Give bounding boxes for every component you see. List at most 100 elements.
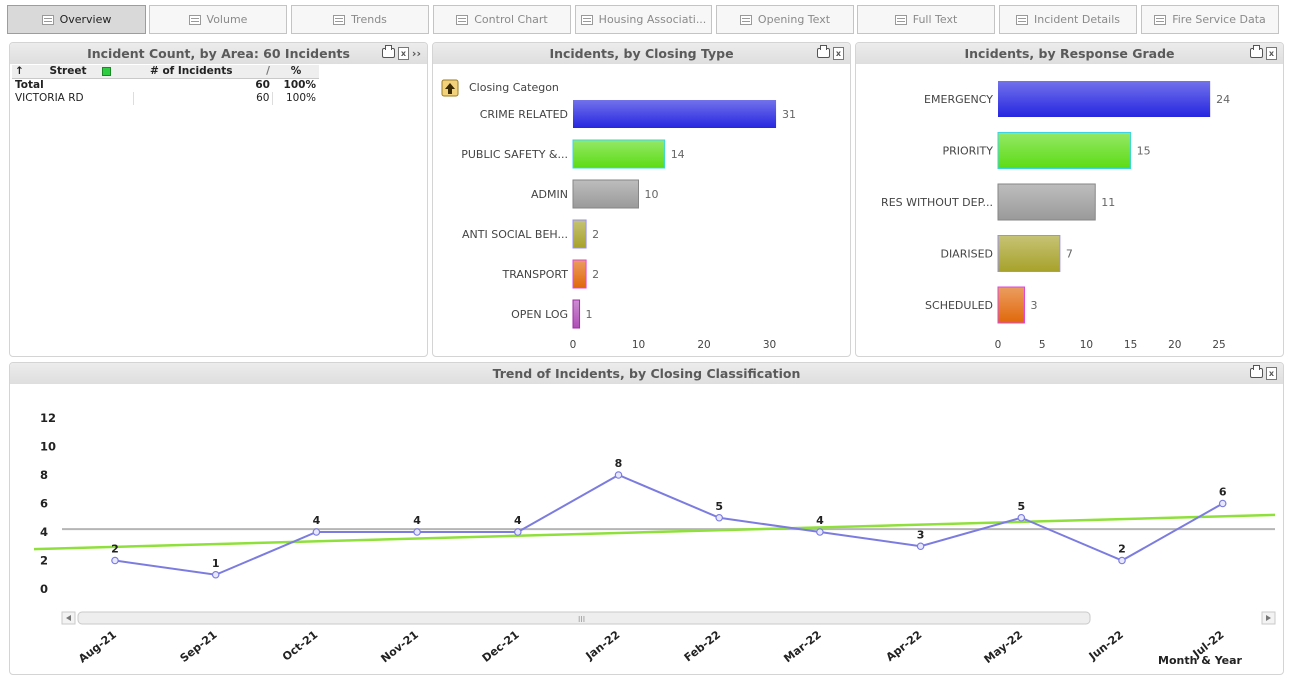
sort-slash-icon: / xyxy=(266,65,270,77)
count-column-header[interactable]: # of Incidents / xyxy=(133,65,273,79)
x-tick-label: May-22 xyxy=(982,628,1026,666)
tab-label: Trends xyxy=(351,13,387,26)
category-label-crime-related[interactable]: CRIME RELATED xyxy=(480,108,568,121)
bar-diarised[interactable] xyxy=(997,235,1061,272)
sheet-icon xyxy=(894,14,907,25)
print-icon[interactable] xyxy=(1250,365,1263,378)
tab-volume[interactable]: Volume xyxy=(149,5,287,34)
data-point-feb-22[interactable] xyxy=(715,513,724,522)
print-icon[interactable] xyxy=(1250,45,1263,58)
category-label-open-log[interactable]: OPEN LOG xyxy=(511,308,568,321)
bar-admin[interactable] xyxy=(572,179,639,209)
export-excel-icon[interactable]: x xyxy=(833,46,844,60)
tab-label: Full Text xyxy=(912,13,958,26)
panel-toolbar: x xyxy=(1250,45,1277,61)
bar-res-without-dep[interactable] xyxy=(997,183,1096,221)
bar-value-label: 11 xyxy=(1101,196,1115,209)
trend-panel-title: Trend of Incidents, by Closing Classific… xyxy=(492,366,801,381)
total-pct: 100% xyxy=(283,79,316,91)
series-line xyxy=(114,473,1224,576)
bar-emergency[interactable] xyxy=(998,81,1211,117)
data-point-dec-21[interactable] xyxy=(513,528,522,536)
category-label-diarised[interactable]: DIARISED xyxy=(940,248,993,261)
panel-title: Trend of Incidents, by Closing Classific… xyxy=(10,363,1283,384)
tab-fire-service-data[interactable]: Fire Service Data xyxy=(1141,5,1279,34)
data-point-label: 2 xyxy=(111,543,119,556)
response-panel-title: Incidents, by Response Grade xyxy=(964,46,1175,61)
category-label-emergency[interactable]: EMERGENCY xyxy=(924,93,993,106)
data-point-aug-21[interactable] xyxy=(111,556,119,565)
tab-label: Volume xyxy=(206,13,248,26)
bar-priority[interactable] xyxy=(997,132,1132,169)
tab-label: Incident Details xyxy=(1034,13,1120,26)
data-point-label: 2 xyxy=(1118,543,1126,556)
x-tick-label: 0 xyxy=(570,339,577,351)
data-point-apr-22[interactable] xyxy=(916,542,925,551)
data-point-label: 5 xyxy=(715,500,723,513)
trend-line xyxy=(33,513,1276,551)
scroll-grip-icon[interactable]: III xyxy=(578,615,585,624)
bar-transport[interactable] xyxy=(572,259,587,289)
street-cell[interactable]: VICTORIA RD xyxy=(12,92,134,105)
data-point-label: 4 xyxy=(514,514,522,527)
y-tick-label: 0 xyxy=(40,582,48,596)
tab-incident-details[interactable]: Incident Details xyxy=(999,5,1137,34)
export-excel-icon[interactable]: x xyxy=(1266,366,1277,380)
sheet-icon xyxy=(41,14,54,25)
tab-full-text[interactable]: Full Text xyxy=(857,5,995,34)
bar-anti-social-beh[interactable] xyxy=(572,219,587,249)
data-point-oct-21[interactable] xyxy=(312,528,321,536)
category-label-public-safety[interactable]: PUBLIC SAFETY &... xyxy=(461,148,568,161)
more-icon[interactable]: ›› xyxy=(412,43,421,64)
tab-housing-association[interactable]: Housing Associati... xyxy=(575,5,712,34)
data-point-label: 6 xyxy=(1219,486,1227,499)
closing-type-panel: Incidents, by Closing Type x Closing Cat… xyxy=(432,42,851,357)
data-point-jun-22[interactable] xyxy=(1118,556,1126,565)
pct-column-header[interactable]: % xyxy=(272,65,319,79)
tab-overview[interactable]: Overview xyxy=(7,5,146,34)
bar-value-label: 2 xyxy=(592,228,599,241)
data-point-jan-22[interactable] xyxy=(614,471,623,479)
sort-arrow-icon[interactable]: ↑ xyxy=(15,65,24,77)
x-tick-label: Sep-21 xyxy=(178,628,220,665)
category-label-transport[interactable]: TRANSPORT xyxy=(501,268,568,281)
tab-control-chart[interactable]: Control Chart xyxy=(433,5,571,34)
bar-public-safety[interactable] xyxy=(572,139,666,169)
category-label-admin[interactable]: ADMIN xyxy=(531,188,568,201)
bar-value-label: 14 xyxy=(671,148,685,161)
tab-label: Opening Text xyxy=(757,13,831,26)
data-point-jul-22[interactable] xyxy=(1218,499,1227,508)
bar-scheduled[interactable] xyxy=(997,286,1026,324)
x-tick-label: Jun-22 xyxy=(1086,628,1126,663)
table-row[interactable]: VICTORIA RD 60 100% xyxy=(12,92,319,105)
tab-opening-text[interactable]: Opening Text xyxy=(716,5,854,34)
bar-crime-related[interactable] xyxy=(573,100,777,128)
bar-open-log[interactable] xyxy=(572,299,581,329)
panel-title: Incidents, by Response Grade x xyxy=(856,43,1283,64)
export-excel-icon[interactable]: x xyxy=(397,46,409,60)
category-label-priority[interactable]: PRIORITY xyxy=(942,145,993,158)
print-icon[interactable] xyxy=(817,45,830,58)
category-label-scheduled[interactable]: SCHEDULED xyxy=(925,299,993,312)
category-label-anti-social-beh[interactable]: ANTI SOCIAL BEH... xyxy=(462,228,568,241)
data-point-nov-21[interactable] xyxy=(413,528,421,536)
total-count: 60 xyxy=(255,79,270,91)
x-tick-label: Nov-21 xyxy=(378,628,421,665)
bar-value-label: 10 xyxy=(645,188,659,201)
data-point-may-22[interactable] xyxy=(1017,513,1026,522)
total-label: Total xyxy=(15,79,44,91)
pct-cell: 100% xyxy=(285,92,316,104)
print-icon[interactable] xyxy=(381,45,395,58)
data-point-mar-22[interactable] xyxy=(816,528,824,536)
response-grade-panel: Incidents, by Response Grade x EMERGENCY… xyxy=(855,42,1284,357)
export-excel-icon[interactable]: x xyxy=(1266,46,1277,60)
street-column-header[interactable]: ↑ Street xyxy=(12,65,133,79)
trend-panel: Trend of Incidents, by Closing Classific… xyxy=(9,362,1284,675)
closing-panel-title: Incidents, by Closing Type xyxy=(549,46,734,61)
category-label-res-without-dep[interactable]: RES WITHOUT DEP... xyxy=(881,196,993,209)
drill-up-control[interactable]: Closing Categon xyxy=(441,79,559,97)
tab-trends[interactable]: Trends xyxy=(291,5,429,34)
x-tick-label: Jan-22 xyxy=(583,628,623,663)
horizontal-scrollbar[interactable]: III xyxy=(61,611,1276,625)
data-point-sep-21[interactable] xyxy=(211,570,220,579)
